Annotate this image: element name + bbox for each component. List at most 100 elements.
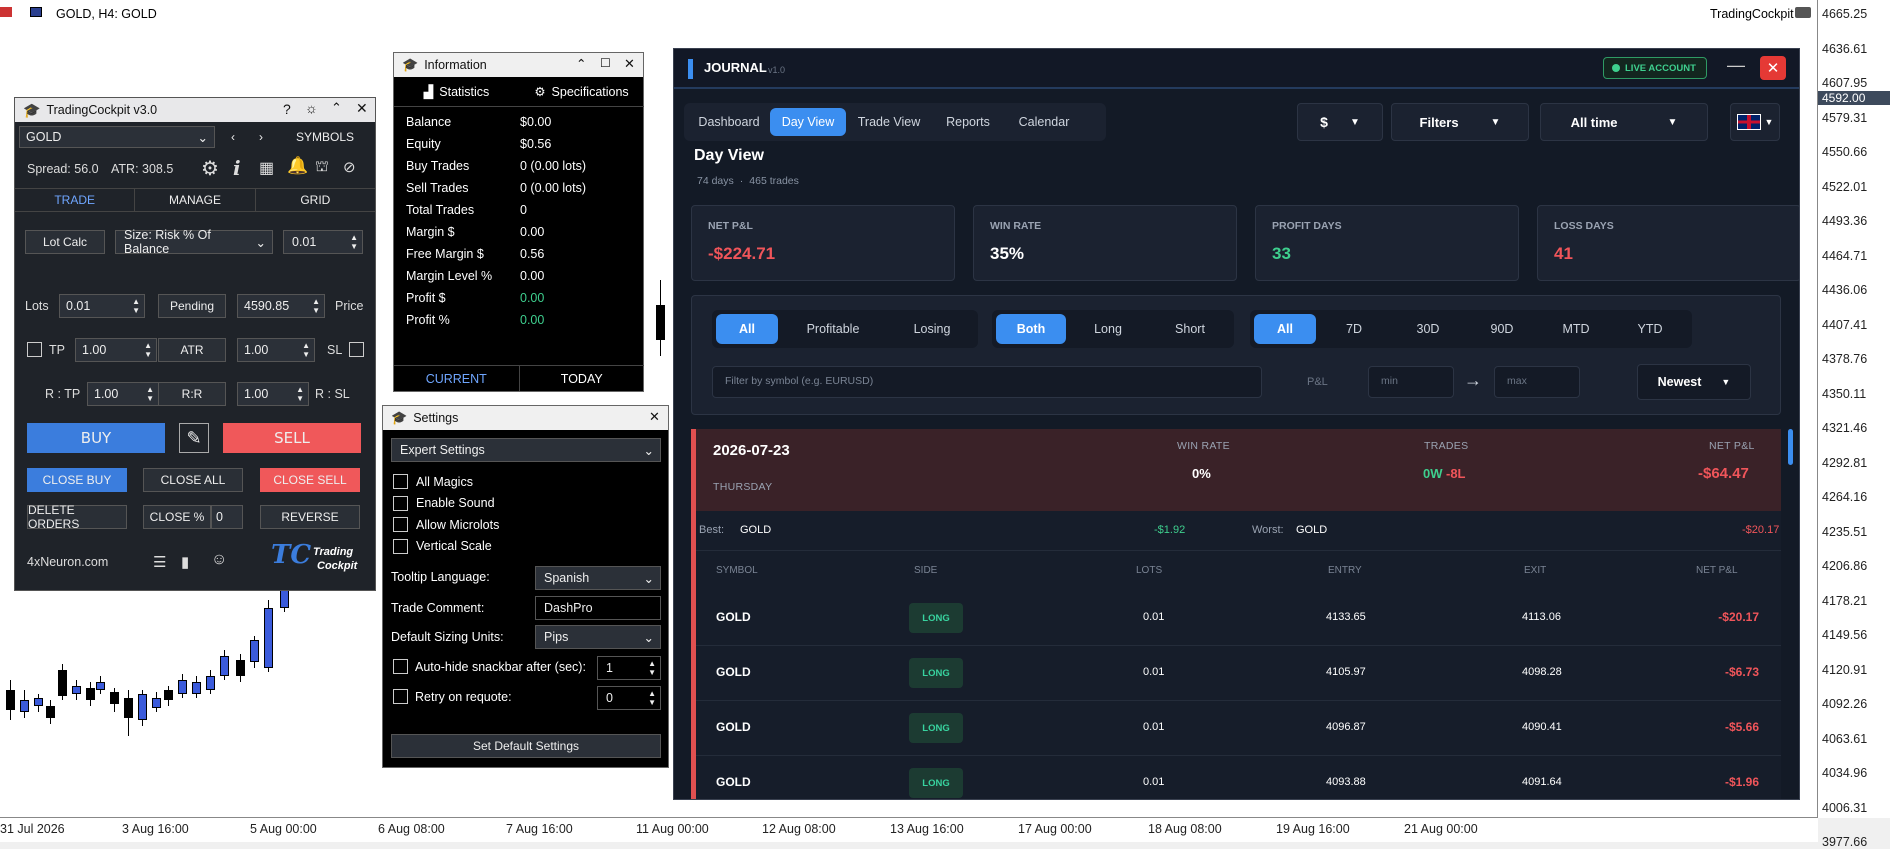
language-select[interactable]: ▼ — [1730, 103, 1780, 141]
rsl-stepper[interactable]: 1.00 ▲ ▼ — [237, 382, 309, 406]
pnl-max-input[interactable]: max — [1494, 366, 1580, 398]
maximize-icon[interactable]: ☐ — [600, 56, 611, 70]
rr-button[interactable]: R:R — [158, 382, 226, 406]
tp-stepper[interactable]: 1.00 ▲ ▼ — [75, 338, 157, 362]
filter-side-short[interactable]: Short — [1150, 314, 1230, 344]
info-titlebar[interactable]: 🎓 Information ⌃ ☐ ✕ — [394, 53, 643, 77]
reverse-button[interactable]: REVERSE — [260, 505, 360, 529]
size-value-stepper[interactable]: 0.01 ▲ ▼ — [283, 230, 363, 254]
stepper-icon[interactable]: ▲ ▼ — [296, 385, 304, 403]
table-row[interactable]: GOLD LONG 0.01 4096.87 4090.41 -$5.66 — [696, 701, 1781, 756]
edit-icon[interactable]: ✎ — [179, 423, 209, 453]
tab-trade[interactable]: TRADE — [15, 189, 135, 211]
checkbox[interactable] — [393, 538, 408, 554]
filter-side-both[interactable]: Both — [996, 314, 1066, 344]
nav-day-view[interactable]: Day View — [770, 108, 846, 136]
checkbox[interactable] — [393, 517, 408, 532]
buy-button[interactable]: BUY — [27, 423, 165, 453]
set-default-settings-button[interactable]: Set Default Settings — [391, 734, 661, 758]
collapse-icon[interactable]: ⌃ — [331, 100, 342, 116]
help-icon[interactable]: ? — [283, 101, 291, 117]
close-icon[interactable]: ✕ — [624, 56, 635, 72]
tooltip-language-select[interactable]: Spanish ⌄ — [535, 566, 661, 590]
journal-titlebar[interactable]: JOURNAL v1.0 LIVE ACCOUNT — ✕ — [674, 49, 1799, 89]
settings-option[interactable]: Vertical Scale — [393, 538, 492, 554]
sort-select[interactable]: Newest ▼ — [1637, 364, 1751, 400]
next-symbol-button[interactable]: › — [247, 126, 275, 148]
filter-side-long[interactable]: Long — [1068, 314, 1148, 344]
symbols-button[interactable]: SYMBOLS — [277, 126, 373, 148]
autohide-checkbox[interactable] — [393, 659, 408, 674]
bar-chart-icon[interactable]: ▮ — [181, 553, 189, 571]
tp-checkbox[interactable] — [27, 342, 42, 357]
settings-section-select[interactable]: Expert Settings ⌄ — [391, 438, 661, 462]
info-icon[interactable]: i — [233, 156, 241, 180]
nav-trade-view[interactable]: Trade View — [846, 108, 932, 136]
filter-range-all[interactable]: All — [1254, 314, 1316, 344]
lot-calc-button[interactable]: Lot Calc — [25, 230, 105, 254]
nav-dashboard[interactable]: Dashboard — [688, 108, 770, 136]
filter-result-losing[interactable]: Losing — [888, 314, 976, 344]
sizing-units-select[interactable]: Pips ⌄ — [535, 625, 661, 649]
filter-result-all[interactable]: All — [716, 314, 778, 344]
day-header[interactable]: 2026-07-23 THURSDAY WIN RATE 0% TRADES 0… — [696, 429, 1781, 511]
robot-icon[interactable]: ☺ — [211, 551, 227, 569]
close-all-button[interactable]: CLOSE ALL — [143, 468, 243, 492]
stepper-icon[interactable]: ▲ ▼ — [302, 341, 310, 359]
settings-option[interactable]: All Magics — [393, 474, 473, 489]
currency-select[interactable]: $ ▼ — [1297, 103, 1383, 141]
stepper-icon[interactable]: ▲ ▼ — [132, 297, 140, 315]
tab-statistics[interactable]: ▟ Statistics — [394, 77, 519, 106]
delete-orders-button[interactable]: DELETE ORDERS — [27, 503, 127, 531]
close-icon[interactable]: ✕ — [649, 409, 660, 425]
checkbox[interactable] — [393, 474, 408, 489]
calendar-icon[interactable]: ▦ — [259, 158, 274, 178]
tab-grid[interactable]: GRID — [254, 189, 375, 211]
symbol-select[interactable]: GOLD ⌄ — [19, 126, 215, 148]
lots-stepper[interactable]: 0.01 ▲ ▼ — [59, 294, 145, 318]
table-row[interactable]: GOLD LONG 0.01 4093.88 4091.64 -$1.96 — [696, 756, 1781, 799]
tab-manage[interactable]: MANAGE — [134, 189, 255, 211]
atr-button[interactable]: ATR — [158, 338, 226, 362]
filter-range-30d[interactable]: 30D — [1392, 314, 1464, 344]
tab-current[interactable]: CURRENT — [394, 366, 519, 391]
size-mode-select[interactable]: Size: Risk % Of Balance ⌄ — [115, 228, 273, 256]
filter-range-mtd[interactable]: MTD — [1540, 314, 1612, 344]
filter-range-ytd[interactable]: YTD — [1614, 314, 1686, 344]
theme-icon[interactable]: ☼ — [305, 100, 318, 116]
rtp-stepper[interactable]: 1.00 ▲ ▼ — [87, 382, 159, 406]
minimize-icon[interactable]: — — [1727, 55, 1745, 76]
table-row[interactable]: GOLD LONG 0.01 4133.65 4113.06 -$20.17 — [696, 591, 1781, 646]
filter-range-7d[interactable]: 7D — [1318, 314, 1390, 344]
stepper-icon[interactable]: ▲ ▼ — [350, 233, 358, 251]
eye-off-icon[interactable]: ⊘ — [343, 158, 356, 176]
close-icon[interactable]: ✕ — [1760, 56, 1786, 80]
basket-icon[interactable]: ⛫ — [315, 158, 329, 177]
filter-range-90d[interactable]: 90D — [1466, 314, 1538, 344]
close-pct-button[interactable]: CLOSE % — [143, 505, 211, 529]
nav-reports[interactable]: Reports — [932, 108, 1004, 136]
bell-icon[interactable]: 🔔 — [287, 156, 308, 176]
stepper-icon[interactable]: ▲ ▼ — [146, 385, 154, 403]
list-icon[interactable]: ☰ — [153, 553, 166, 571]
scrollbar-thumb[interactable] — [1788, 429, 1793, 465]
close-pct-input[interactable]: 0 — [211, 505, 243, 529]
retry-stepper[interactable]: 0 ▲ ▼ — [597, 686, 661, 710]
stepper-icon[interactable]: ▲ ▼ — [312, 297, 320, 315]
stepper-icon[interactable]: ▲ ▼ — [144, 341, 152, 359]
trade-comment-input[interactable]: DashPro — [535, 596, 661, 620]
site-link[interactable]: 4xNeuron.com — [27, 555, 108, 569]
stepper-icon[interactable]: ▲ ▼ — [648, 689, 656, 707]
filter-result-profitable[interactable]: Profitable — [780, 314, 886, 344]
close-icon[interactable]: ✕ — [356, 100, 368, 117]
close-sell-button[interactable]: CLOSE SELL — [260, 468, 360, 492]
tab-today[interactable]: TODAY — [518, 366, 645, 391]
close-buy-button[interactable]: CLOSE BUY — [27, 468, 127, 492]
retry-checkbox[interactable] — [393, 689, 408, 704]
settings-option[interactable]: Enable Sound — [393, 495, 495, 511]
filters-select[interactable]: Filters ▼ — [1391, 103, 1529, 141]
period-select[interactable]: All time ▼ — [1540, 103, 1708, 141]
gear-icon[interactable]: ⚙ — [201, 156, 219, 181]
tab-specifications[interactable]: ⚙ Specifications — [519, 77, 644, 106]
stepper-icon[interactable]: ▲ ▼ — [648, 659, 656, 677]
